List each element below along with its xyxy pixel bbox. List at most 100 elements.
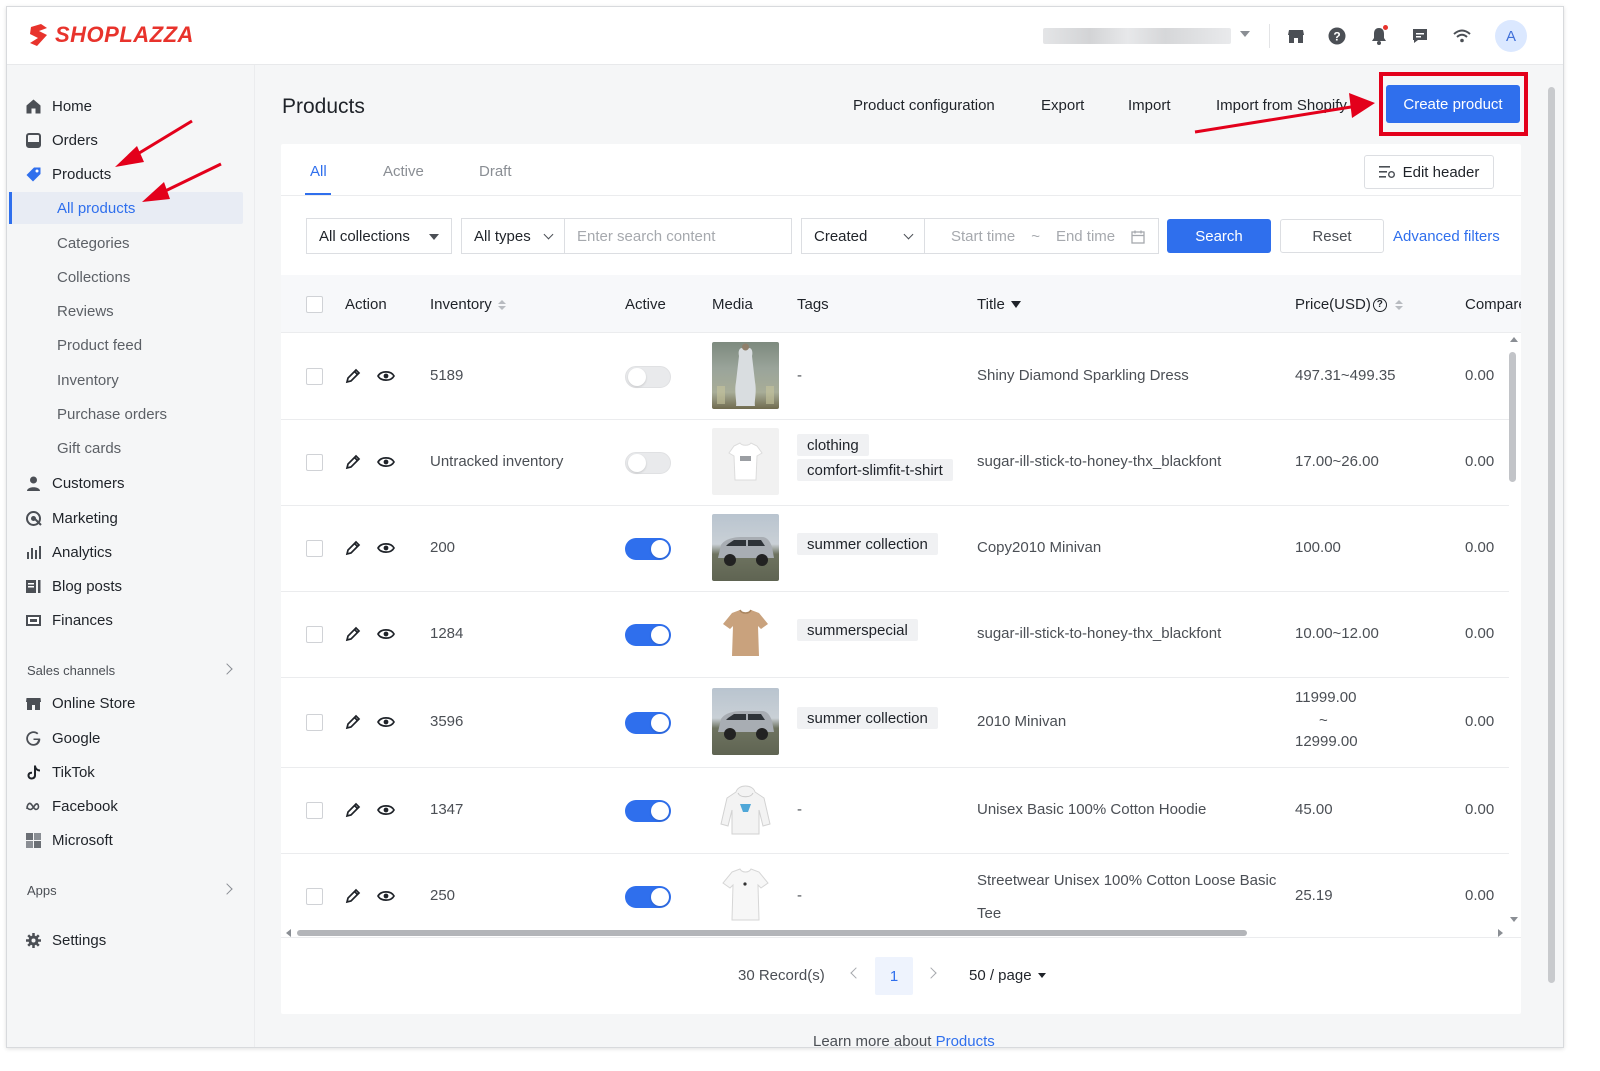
export-button[interactable]: Export (1041, 97, 1084, 114)
product-title[interactable]: Shiny Diamond Sparkling Dress (977, 367, 1189, 384)
scroll-down-arrow[interactable] (1510, 917, 1518, 922)
import-from-shopify-button[interactable]: Import from Shopify (1216, 97, 1347, 114)
column-header-inventory[interactable]: Inventory (430, 296, 506, 313)
row-checkbox[interactable] (306, 540, 323, 557)
product-title[interactable]: Unisex Basic 100% Cotton Hoodie (977, 801, 1206, 818)
store-selector[interactable] (1043, 28, 1231, 44)
row-checkbox[interactable] (306, 802, 323, 819)
view-eye-icon[interactable] (377, 625, 395, 643)
sidebar-item-marketing[interactable]: Marketing (25, 505, 118, 531)
sidebar-subitem-collections[interactable]: Collections (57, 266, 130, 288)
product-image-tan-tshirt[interactable] (712, 600, 779, 667)
edit-pencil-icon[interactable] (344, 539, 362, 557)
table-horizontal-scrollbar[interactable] (297, 930, 1247, 936)
row-checkbox[interactable] (306, 454, 323, 471)
help-icon[interactable]: ? (1325, 24, 1349, 48)
product-title[interactable]: sugar-ill-stick-to-honey-thx_blackfont (977, 453, 1221, 470)
active-toggle[interactable] (625, 366, 671, 388)
sort-icon[interactable] (497, 299, 506, 310)
active-toggle[interactable] (625, 886, 671, 908)
sidebar-subitem-categories[interactable]: Categories (57, 232, 130, 254)
chevron-down-icon[interactable] (1240, 31, 1250, 37)
end-time-input[interactable]: End time (1056, 228, 1115, 245)
edit-pencil-icon[interactable] (344, 453, 362, 471)
product-title[interactable]: Streetwear Unisex 100% Cotton Loose Basi… (977, 872, 1276, 889)
sidebar-subitem-all-products[interactable]: All products (57, 197, 135, 219)
start-time-input[interactable]: Start time (951, 228, 1015, 245)
tab-active[interactable]: Active (383, 163, 424, 180)
page-size-select[interactable]: 50 / page (969, 967, 1046, 984)
edit-pencil-icon[interactable] (344, 625, 362, 643)
product-title-continued[interactable]: Tee (977, 905, 1001, 922)
sidebar-item-google[interactable]: Google (25, 725, 100, 751)
column-header-price[interactable]: Price(USD)? (1295, 296, 1403, 313)
advanced-filters-link[interactable]: Advanced filters (1393, 228, 1500, 245)
active-toggle[interactable] (625, 800, 671, 822)
product-configuration-button[interactable]: Product configuration (853, 97, 995, 114)
avatar[interactable]: A (1495, 20, 1527, 52)
view-eye-icon[interactable] (377, 887, 395, 905)
sidebar-subitem-purchase-orders[interactable]: Purchase orders (57, 403, 167, 425)
sidebar-item-online-store[interactable]: Online Store (25, 690, 135, 716)
date-range-picker[interactable]: Start time ~ End time (924, 218, 1159, 254)
active-toggle[interactable] (625, 452, 671, 474)
active-toggle[interactable] (625, 624, 671, 646)
sort-desc-icon[interactable] (1010, 301, 1021, 308)
edit-pencil-icon[interactable] (344, 367, 362, 385)
sidebar-subitem-product-feed[interactable]: Product feed (57, 334, 142, 356)
chevron-right-icon[interactable] (221, 663, 233, 675)
sidebar-item-home[interactable]: Home (25, 93, 92, 119)
active-toggle[interactable] (625, 712, 671, 734)
sidebar-item-microsoft[interactable]: Microsoft (25, 827, 113, 853)
product-image-dress[interactable] (712, 342, 779, 409)
types-select[interactable]: All types (461, 218, 565, 254)
search-button[interactable]: Search (1167, 219, 1271, 253)
sidebar-subitem-reviews[interactable]: Reviews (57, 300, 114, 322)
column-header-title[interactable]: Title (977, 296, 1021, 313)
sidebar-item-products[interactable]: Products (25, 161, 111, 187)
sidebar-item-finances[interactable]: Finances (25, 607, 113, 633)
edit-pencil-icon[interactable] (344, 887, 362, 905)
product-title[interactable]: Copy2010 Minivan (977, 539, 1101, 556)
page-number-button[interactable]: 1 (875, 957, 913, 995)
tab-all[interactable]: All (310, 163, 327, 180)
sidebar-item-customers[interactable]: Customers (25, 470, 125, 496)
help-icon[interactable]: ? (1372, 297, 1387, 312)
reset-button[interactable]: Reset (1280, 219, 1384, 253)
tab-draft[interactable]: Draft (479, 163, 512, 180)
bell-icon[interactable] (1367, 24, 1391, 48)
store-icon[interactable] (1284, 24, 1308, 48)
sort-icon[interactable] (1394, 299, 1403, 310)
sidebar-subitem-gift-cards[interactable]: Gift cards (57, 437, 121, 459)
sidebar-item-analytics[interactable]: Analytics (25, 539, 112, 565)
sidebar-subitem-inventory[interactable]: Inventory (57, 369, 119, 391)
sidebar-item-settings[interactable]: Settings (25, 927, 106, 953)
scroll-right-arrow[interactable] (1498, 929, 1503, 937)
product-image-minivan[interactable] (712, 688, 779, 755)
date-field-select[interactable]: Created (801, 218, 925, 254)
learn-more-link[interactable]: Products (936, 1033, 995, 1047)
sidebar-item-blog-posts[interactable]: Blog posts (25, 573, 122, 599)
collections-select[interactable]: All collections (306, 218, 452, 254)
sidebar-item-tiktok[interactable]: TikTok (25, 759, 95, 785)
table-vertical-scrollbar[interactable] (1509, 352, 1516, 482)
edit-pencil-icon[interactable] (344, 713, 362, 731)
row-checkbox[interactable] (306, 368, 323, 385)
select-all-checkbox[interactable] (306, 296, 323, 313)
product-title[interactable]: 2010 Minivan (977, 713, 1066, 730)
product-title[interactable]: sugar-ill-stick-to-honey-thx_blackfont (977, 625, 1221, 642)
view-eye-icon[interactable] (377, 713, 395, 731)
shoplazza-logo[interactable]: SHOPLAZZA (27, 22, 194, 48)
view-eye-icon[interactable] (377, 801, 395, 819)
scroll-left-arrow[interactable] (286, 929, 291, 937)
view-eye-icon[interactable] (377, 539, 395, 557)
sidebar-item-orders[interactable]: Orders (25, 127, 98, 153)
row-checkbox[interactable] (306, 626, 323, 643)
row-checkbox[interactable] (306, 714, 323, 731)
active-toggle[interactable] (625, 538, 671, 560)
edit-pencil-icon[interactable] (344, 801, 362, 819)
search-input[interactable]: Enter search content (564, 218, 792, 254)
wifi-icon[interactable] (1450, 24, 1474, 48)
product-image-hoodie[interactable] (712, 776, 779, 843)
view-eye-icon[interactable] (377, 453, 395, 471)
